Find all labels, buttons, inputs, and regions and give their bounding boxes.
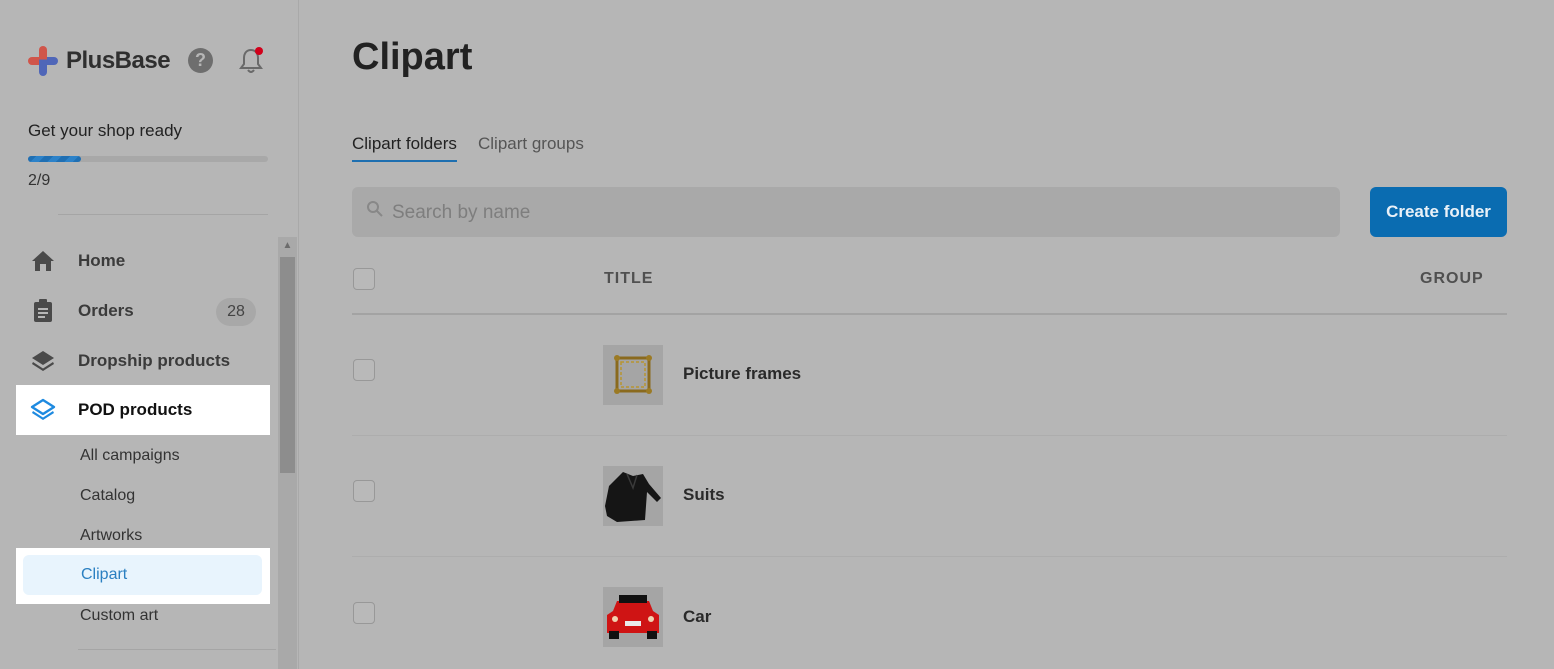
nav-label: Home — [78, 251, 126, 270]
column-header-title: TITLE — [604, 270, 654, 287]
row-checkbox[interactable] — [353, 359, 375, 381]
subnav-clipart[interactable]: Clipart — [23, 555, 262, 595]
row-divider — [352, 435, 1507, 436]
search-bar — [352, 187, 1340, 239]
nav-label: Orders — [78, 301, 134, 320]
plus-logo-icon — [28, 46, 58, 76]
row-divider — [352, 556, 1507, 557]
tab-clipart-folders[interactable]: Clipart folders — [352, 134, 457, 162]
suit-jacket-thumbnail[interactable] — [603, 466, 663, 526]
orders-count-badge: 28 — [216, 298, 256, 326]
setup-progress-count: 2/9 — [28, 172, 51, 189]
row-title[interactable]: Picture frames — [683, 364, 801, 384]
subnav-all-campaigns[interactable]: All campaigns — [80, 447, 180, 465]
brand-name: PlusBase — [66, 47, 171, 74]
subnav-catalog[interactable]: Catalog — [80, 487, 135, 505]
nav-item-home[interactable]: Home — [16, 236, 270, 286]
header-divider — [352, 313, 1507, 315]
create-folder-button[interactable]: Create folder — [1370, 187, 1507, 237]
divider — [58, 214, 268, 215]
notification-dot — [255, 47, 263, 55]
brand-logo[interactable]: PlusBase — [28, 45, 171, 77]
subnav-label: Clipart — [81, 566, 128, 583]
row-checkbox[interactable] — [353, 480, 375, 502]
setup-title[interactable]: Get your shop ready — [28, 121, 182, 141]
sidebar: PlusBase ? Get your shop ready 2/9 Home … — [0, 0, 299, 669]
search-input[interactable] — [390, 187, 1294, 239]
picture-frame-thumbnail[interactable] — [603, 345, 663, 405]
nav-item-orders[interactable]: Orders 28 — [16, 286, 270, 336]
row-title[interactable]: Suits — [683, 485, 725, 505]
scroll-up-arrow-icon[interactable]: ▲ — [278, 237, 297, 255]
divider — [78, 649, 276, 650]
tab-clipart-groups[interactable]: Clipart groups — [478, 134, 584, 160]
nav-label: POD products — [78, 400, 193, 419]
red-car-thumbnail[interactable] — [603, 587, 663, 647]
scroll-thumb[interactable] — [280, 257, 295, 473]
help-icon[interactable]: ? — [188, 48, 213, 73]
sidebar-scrollbar[interactable]: ▲ — [278, 237, 297, 669]
row-checkbox[interactable] — [353, 602, 375, 624]
picture-frame-icon — [614, 355, 652, 394]
column-header-group: GROUP — [1420, 270, 1484, 287]
select-all-checkbox[interactable] — [353, 268, 375, 290]
setup-progress-fill — [28, 156, 81, 162]
setup-progress-bar — [28, 156, 268, 162]
search-icon — [367, 201, 383, 217]
subnav-artworks[interactable]: Artworks — [80, 527, 142, 545]
page-title: Clipart — [352, 36, 473, 78]
subnav-custom-art[interactable]: Custom art — [80, 607, 158, 625]
row-title[interactable]: Car — [683, 607, 711, 627]
nav-label: Dropship products — [78, 351, 231, 370]
layers-icon — [30, 398, 56, 420]
nav-item-pod-products[interactable]: POD products — [16, 385, 270, 435]
suit-jacket-icon — [605, 472, 661, 522]
nav-item-dropship-products[interactable]: Dropship products — [16, 336, 270, 386]
subnav-clipart-wrap: Clipart — [16, 548, 270, 604]
home-icon — [32, 251, 54, 271]
layers-icon — [32, 351, 54, 371]
clipboard-icon — [34, 299, 52, 322]
red-car-icon — [607, 595, 659, 639]
